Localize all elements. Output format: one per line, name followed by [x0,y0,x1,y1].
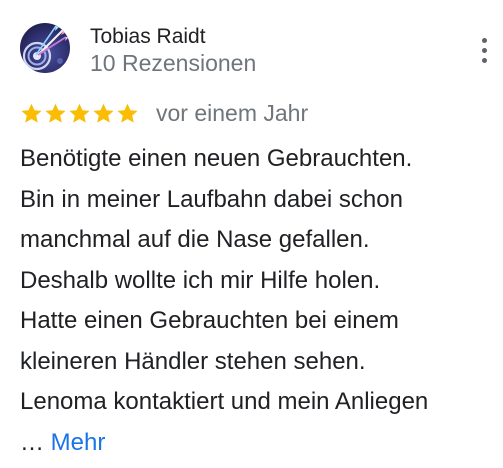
review-text-line: manchmal auf die Nase gefallen. [20,226,370,253]
arrows-target-avatar-icon [20,23,70,73]
review-text: Benötigte einen neuen Gebrauchten. Bin i… [20,139,498,463]
review-text-line: Benötigte einen neuen Gebrauchten. [20,145,413,172]
review-text-line: Deshalb wollte ich mir Hilfe holen. [20,266,381,294]
more-vertical-icon-dot [482,58,487,63]
more-vertical-icon [482,38,487,43]
star-filled-icon [44,102,67,125]
star-filled-icon [20,102,43,125]
review-text-line: Lenoma kontaktiert und mein Anliegen [20,388,429,415]
reviewer-name[interactable]: Tobias Raidt [90,24,206,50]
ellipsis: … [20,428,44,456]
reviewer-review-count: 10 Rezensionen [90,50,257,76]
review-text-line: Hatte einen Gebrauchten bei einem [20,307,399,334]
star-filled-icon [116,102,139,125]
review-text-last-line: … Mehr [20,423,498,464]
review-text-line: kleineren Händler stehen sehen. [20,347,366,375]
more-vertical-icon-dot [482,48,487,53]
star-filled-icon [68,102,91,125]
review-date: vor einem Jahr [156,100,309,126]
more-options-button[interactable] [474,34,494,68]
review-text-line: Bin in meiner Laufbahn dabei schon [20,185,403,213]
more-link[interactable]: Mehr [51,429,106,456]
review-card: Tobias Raidt 10 Rezensionen vor einem Ja… [0,0,503,468]
star-filled-icon [92,102,115,125]
reviewer-avatar[interactable] [20,23,70,73]
star-rating [20,100,140,126]
